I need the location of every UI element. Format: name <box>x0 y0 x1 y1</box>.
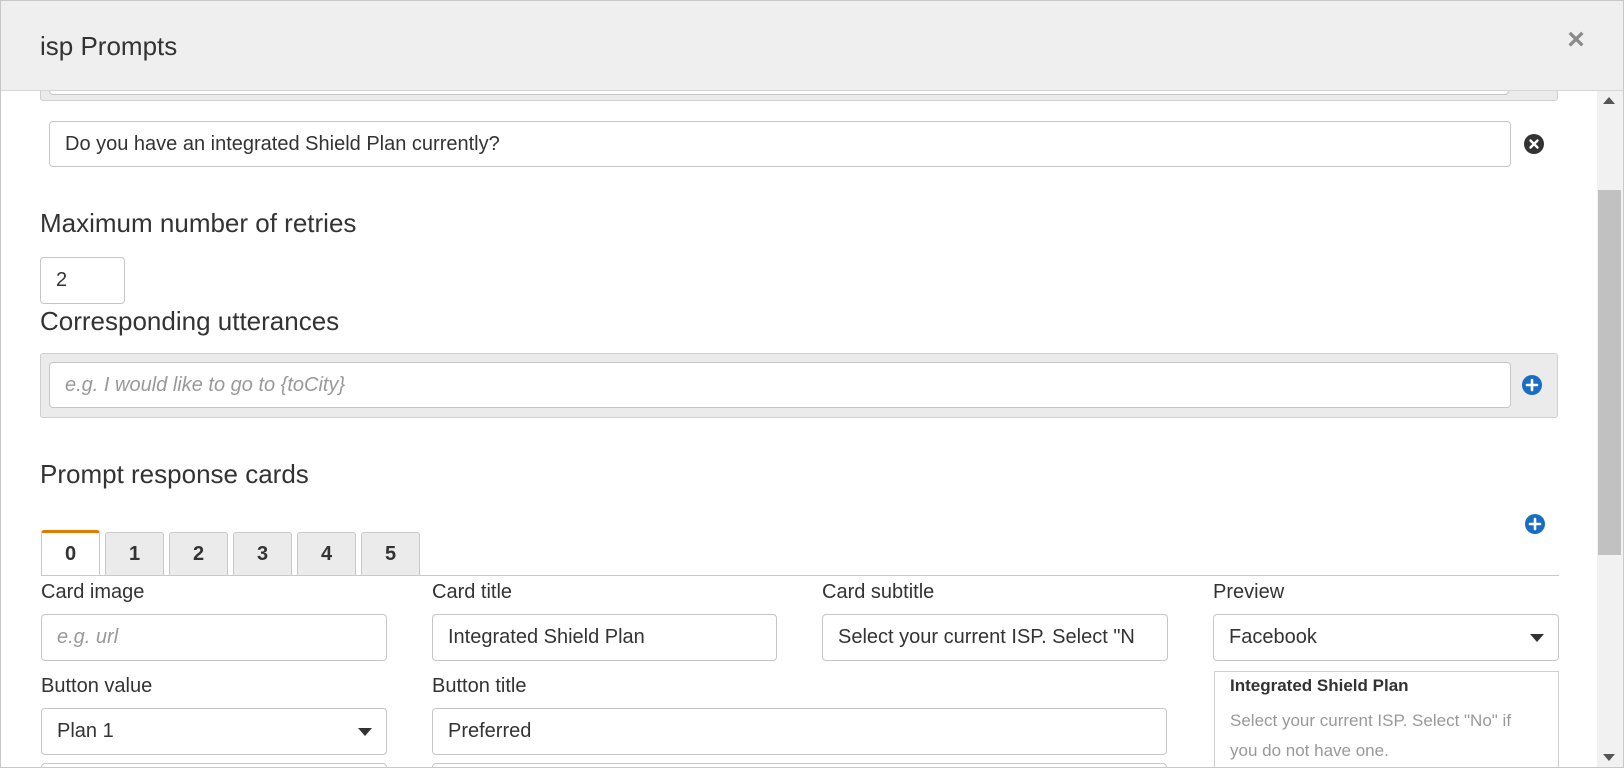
remove-circle-icon[interactable] <box>1524 134 1544 154</box>
card-preview-subtitle: Select your current ISP. Select "No" if … <box>1230 711 1512 760</box>
previous-prompt-input[interactable] <box>49 91 1509 95</box>
scrollbar[interactable] <box>1597 91 1623 767</box>
card-image-placeholder: e.g. url <box>57 626 119 648</box>
tab-0[interactable]: 0 <box>41 530 100 576</box>
add-circle-icon[interactable] <box>1522 375 1542 395</box>
prompt-input-value: Do you have an integrated Shield Plan cu… <box>65 132 500 155</box>
scroll-thumb[interactable] <box>1598 190 1621 555</box>
prompt-input[interactable]: Do you have an integrated Shield Plan cu… <box>49 121 1511 167</box>
card-title-label: Card title <box>432 581 513 603</box>
prompts-modal: isp Prompts × Do you have an integrated … <box>0 0 1624 768</box>
scroll-up-arrow-icon[interactable] <box>1603 97 1615 104</box>
button-value-selected: Plan 1 <box>57 720 114 742</box>
button-value-select[interactable]: Plan 1 <box>41 708 387 755</box>
button-title-label: Button title <box>432 675 527 697</box>
utterances-heading: Corresponding utterances <box>40 306 340 336</box>
preview-select[interactable]: Facebook <box>1213 614 1559 661</box>
card-subtitle-label: Card subtitle <box>822 581 935 603</box>
tab-4[interactable]: 4 <box>297 532 356 576</box>
card-preview-title: Integrated Shield Plan <box>1230 676 1409 695</box>
chevron-down-icon <box>358 727 372 736</box>
cards-heading: Prompt response cards <box>40 459 309 489</box>
preview-label: Preview <box>1213 581 1285 603</box>
retries-value: 2 <box>56 269 68 291</box>
tab-2[interactable]: 2 <box>169 532 228 576</box>
tab-1[interactable]: 1 <box>105 532 164 576</box>
next-row-input[interactable] <box>432 763 1167 767</box>
scroll-down-arrow-icon[interactable] <box>1603 754 1615 761</box>
add-circle-icon[interactable] <box>1525 514 1545 534</box>
utterance-placeholder: e.g. I would like to go to {toCity} <box>65 373 346 396</box>
next-row-input[interactable] <box>41 763 387 767</box>
tab-divider <box>41 575 1559 576</box>
tab-3[interactable]: 3 <box>233 532 292 576</box>
retries-input[interactable]: 2 <box>40 257 125 304</box>
preview-select-value: Facebook <box>1229 626 1317 648</box>
retries-heading: Maximum number of retries <box>40 208 357 238</box>
close-icon[interactable]: × <box>1563 25 1589 55</box>
button-title-input[interactable]: Preferred <box>432 708 1167 755</box>
card-title-value: Integrated Shield Plan <box>448 626 645 648</box>
tab-5[interactable]: 5 <box>361 532 420 576</box>
card-subtitle-value: Select your current ISP. Select "N <box>838 626 1135 648</box>
modal-title: isp Prompts <box>40 31 178 61</box>
button-value-label: Button value <box>41 675 153 697</box>
card-image-label: Card image <box>41 581 145 603</box>
card-preview: Integrated Shield Plan Select your curre… <box>1214 671 1559 767</box>
button-title-value: Preferred <box>448 720 532 742</box>
card-image-input[interactable]: e.g. url <box>41 614 387 661</box>
utterance-input[interactable]: e.g. I would like to go to {toCity} <box>49 362 1511 408</box>
modal-header: isp Prompts × <box>1 1 1623 91</box>
card-title-input[interactable]: Integrated Shield Plan <box>432 614 777 661</box>
chevron-down-icon <box>1530 633 1544 642</box>
modal-body: Do you have an integrated Shield Plan cu… <box>1 91 1597 767</box>
card-subtitle-input[interactable]: Select your current ISP. Select "N <box>822 614 1168 661</box>
